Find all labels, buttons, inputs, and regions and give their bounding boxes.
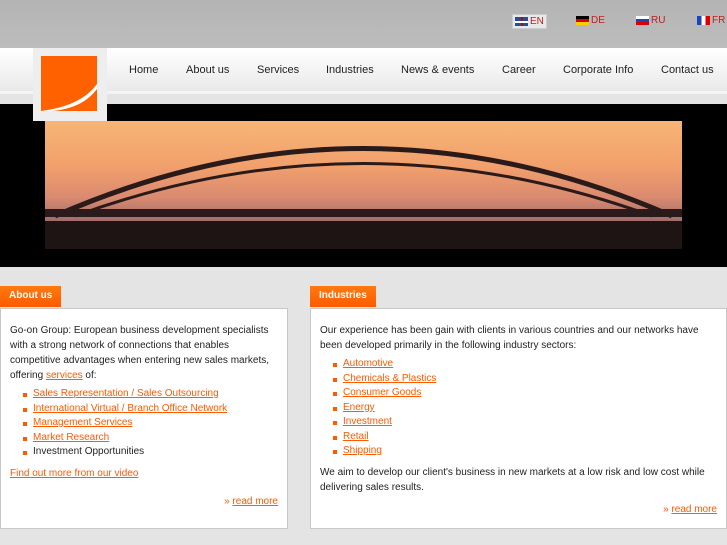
about-read-more[interactable]: read more [232, 496, 278, 507]
service-link[interactable]: Management Services [33, 417, 133, 428]
video-link[interactable]: Find out more from our video [10, 468, 138, 479]
industries-panel: Our experience has been gain with client… [310, 308, 727, 529]
industry-item: Energy [333, 401, 717, 416]
service-item: Market Research [23, 431, 278, 446]
industry-link[interactable]: Investment [343, 416, 392, 427]
german-flag-icon [576, 16, 589, 25]
service-item: Management Services [23, 416, 278, 431]
nav-industries[interactable]: Industries [326, 64, 374, 76]
industry-item: Consumer Goods [333, 386, 717, 401]
nav-career[interactable]: Career [502, 64, 536, 76]
uk-flag-icon [515, 17, 528, 26]
industries-tab: Industries [310, 286, 376, 307]
lang-de[interactable]: DE [574, 14, 607, 27]
banner [0, 104, 727, 267]
industry-link[interactable]: Chemicals & Plastics [343, 373, 436, 384]
nav-corporate[interactable]: Corporate Info [563, 64, 633, 76]
industry-item: Retail [333, 430, 717, 445]
industry-item: Chemicals & Plastics [333, 372, 717, 387]
nav-home[interactable]: Home [129, 64, 158, 76]
service-label: Investment Opportunities [33, 446, 145, 457]
industries-read-more[interactable]: read more [671, 504, 717, 515]
services-link[interactable]: services [46, 370, 83, 381]
logo[interactable] [33, 48, 107, 121]
nav-about[interactable]: About us [186, 64, 229, 76]
industries-list: Automotive Chemicals & Plastics Consumer G… [333, 357, 717, 459]
nav-news[interactable]: News & events [401, 64, 474, 76]
industry-item: Automotive [333, 357, 717, 372]
top-bar: EN DE RU FR [0, 0, 727, 48]
service-link[interactable]: Sales Representation / Sales Outsourcing [33, 388, 219, 399]
service-item: Investment Opportunities [23, 445, 278, 460]
industry-link[interactable]: Shipping [343, 445, 382, 456]
main-nav: Home About us Services Industries News &… [0, 48, 727, 94]
bridge-photo [45, 121, 682, 249]
lang-en[interactable]: EN [512, 14, 547, 29]
french-flag-icon [697, 16, 710, 25]
industry-link[interactable]: Automotive [343, 358, 393, 369]
industry-link[interactable]: Consumer Goods [343, 387, 421, 398]
about-tab: About us [0, 286, 62, 307]
about-panel: Go-on Group: European business developme… [0, 308, 288, 529]
service-link[interactable]: International Virtual / Branch Office Ne… [33, 403, 227, 414]
industry-link[interactable]: Energy [343, 402, 375, 413]
industry-item: Investment [333, 415, 717, 430]
russian-flag-icon [636, 16, 649, 25]
lang-ru[interactable]: RU [634, 14, 667, 27]
lang-fr[interactable]: FR [695, 14, 727, 27]
service-item: Sales Representation / Sales Outsourcing [23, 387, 278, 402]
service-link[interactable]: Market Research [33, 432, 109, 443]
service-item: International Virtual / Branch Office Ne… [23, 402, 278, 417]
industry-item: Shipping [333, 444, 717, 459]
nav-services[interactable]: Services [257, 64, 299, 76]
nav-contact[interactable]: Contact us [661, 64, 714, 76]
industry-link[interactable]: Retail [343, 431, 369, 442]
services-list: Sales Representation / Sales Outsourcing… [23, 387, 278, 460]
